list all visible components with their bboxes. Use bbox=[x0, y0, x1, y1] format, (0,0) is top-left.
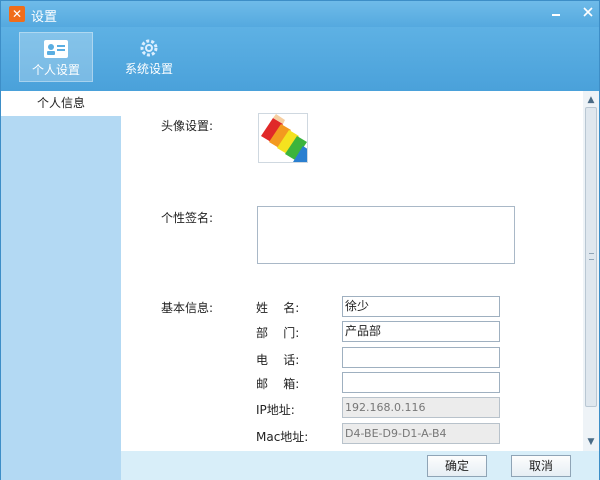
basic-info-label: 基本信息: bbox=[161, 301, 214, 315]
gear-icon bbox=[140, 39, 158, 57]
phone-label: 电 话: bbox=[256, 353, 300, 367]
close-button[interactable] bbox=[577, 4, 599, 22]
close-icon bbox=[583, 7, 593, 17]
content-scrollbar[interactable]: ▲ ▼ bbox=[583, 91, 599, 451]
scroll-grip-icon bbox=[589, 253, 594, 260]
name-label: 姓 名: bbox=[256, 301, 300, 315]
footer-bar: 确定 取消 bbox=[121, 451, 599, 480]
ip-field: 192.168.0.116 bbox=[342, 397, 500, 418]
mac-label: Mac地址: bbox=[256, 430, 309, 444]
scroll-down-arrow-icon[interactable]: ▼ bbox=[583, 435, 599, 449]
signature-label: 个性签名: bbox=[161, 211, 214, 225]
name-field[interactable]: 徐少 bbox=[342, 296, 500, 317]
toolbar: 个人设置 系统设置 bbox=[1, 27, 599, 91]
settings-content: 头像设置: 个性签名: 基本信息: 姓 名: 徐少 部 门: 产品部 电 话: … bbox=[121, 91, 583, 451]
department-label: 部 门: bbox=[256, 326, 300, 340]
avatar-label: 头像设置: bbox=[161, 119, 214, 133]
sidebar-item-personal-info[interactable]: 个人信息 bbox=[1, 91, 121, 116]
settings-window: ✕ 设置 个人设置 系统设置 个人信息 头像设置: 个性签名: 基本信息: 姓 … bbox=[0, 0, 600, 480]
tab-system-label: 系统设置 bbox=[124, 62, 173, 76]
id-card-icon bbox=[44, 40, 68, 58]
side-navigation: 个人信息 bbox=[1, 91, 121, 480]
department-field[interactable]: 产品部 bbox=[342, 321, 500, 342]
app-logo-icon: ✕ bbox=[9, 6, 25, 22]
tab-personal-label: 个人设置 bbox=[31, 63, 80, 77]
phone-field[interactable] bbox=[342, 347, 500, 368]
tab-system-settings[interactable]: 系统设置 bbox=[117, 32, 181, 82]
ok-button[interactable]: 确定 bbox=[427, 455, 487, 477]
minimize-icon bbox=[552, 14, 560, 16]
avatar-image[interactable] bbox=[258, 113, 308, 163]
tab-personal-settings[interactable]: 个人设置 bbox=[19, 32, 93, 82]
email-field[interactable] bbox=[342, 372, 500, 393]
cancel-button[interactable]: 取消 bbox=[511, 455, 571, 477]
minimize-button[interactable] bbox=[545, 4, 567, 22]
scroll-thumb[interactable] bbox=[585, 107, 597, 407]
scroll-up-arrow-icon[interactable]: ▲ bbox=[583, 93, 599, 107]
signature-input[interactable] bbox=[257, 206, 515, 264]
ip-label: IP地址: bbox=[256, 403, 295, 417]
window-title: 设置 bbox=[31, 10, 58, 25]
email-label: 邮 箱: bbox=[256, 377, 300, 391]
colored-pencils-icon bbox=[259, 114, 307, 162]
title-bar[interactable]: ✕ 设置 bbox=[1, 1, 599, 27]
mac-field: D4-BE-D9-D1-A-B4 bbox=[342, 423, 500, 444]
